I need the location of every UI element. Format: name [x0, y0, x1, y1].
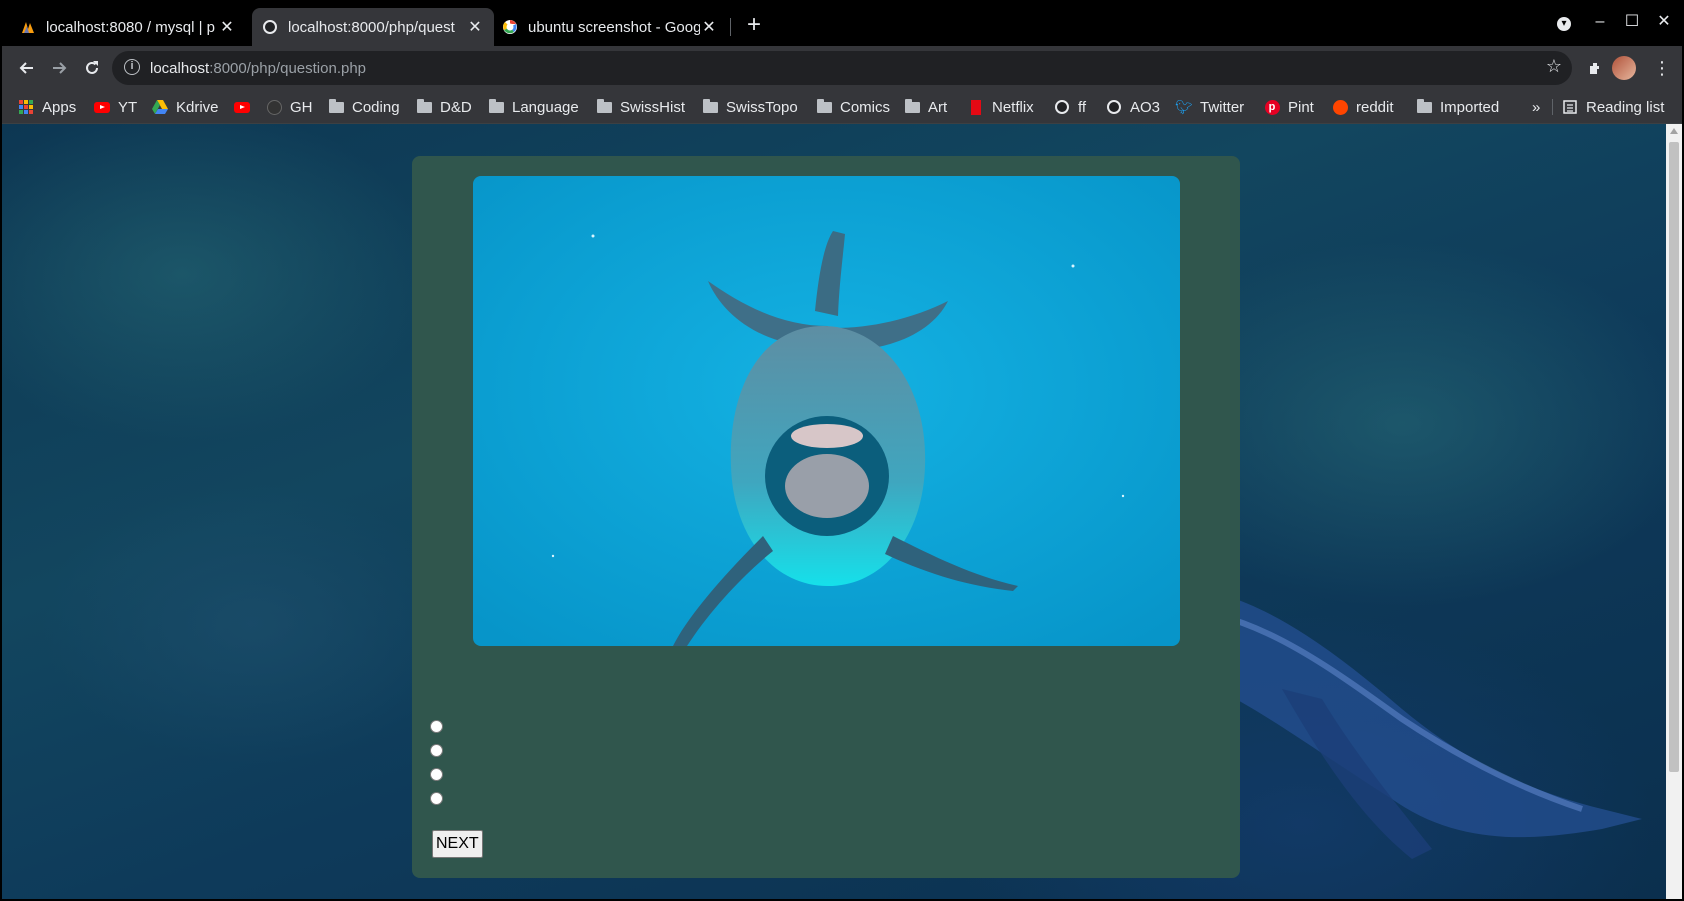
close-tab-icon[interactable]: ✕	[700, 17, 718, 37]
browser-toolbar: i localhost:8000/php/question.php ☆ ⋮	[2, 46, 1682, 90]
folder-icon	[488, 98, 504, 115]
bookmark-twitter[interactable]: 🐦︎ Twitter	[1175, 90, 1244, 124]
quiz-card: NEXT	[412, 156, 1240, 878]
answer-radio-4[interactable]	[430, 791, 443, 805]
bookmark-star-icon[interactable]: ☆	[1546, 56, 1562, 77]
tab-question-page[interactable]: localhost:8000/php/quest ✕	[252, 8, 494, 46]
google-icon	[502, 19, 518, 35]
tab-strip: localhost:8080 / mysql | p ✕ localhost:8…	[2, 0, 1682, 46]
forward-button[interactable]	[46, 54, 74, 82]
next-button[interactable]: NEXT	[432, 830, 483, 858]
tab-title: localhost:8000/php/quest	[288, 18, 455, 36]
globe-icon	[1054, 99, 1070, 115]
folder-icon	[596, 98, 612, 115]
close-tab-icon[interactable]: ✕	[466, 17, 484, 37]
dolphin-photo	[473, 176, 1180, 646]
tab-title: localhost:8080 / mysql | p	[46, 18, 215, 36]
github-icon	[266, 99, 282, 115]
youtube-icon	[234, 99, 250, 115]
back-button[interactable]	[12, 54, 40, 82]
answer-radio-3[interactable]	[430, 767, 443, 781]
profile-menu-icon[interactable]: ▾	[1550, 8, 1578, 36]
folder-icon	[1416, 98, 1432, 115]
bookmark-folder-language[interactable]: Language	[488, 90, 579, 124]
twitter-icon: 🐦︎	[1175, 98, 1193, 115]
bookmarks-separator	[1552, 99, 1553, 115]
answer-options	[430, 714, 449, 810]
folder-icon	[904, 98, 920, 115]
answer-option	[430, 714, 449, 738]
bookmark-kdrive[interactable]: Kdrive	[152, 90, 219, 124]
scroll-up-icon[interactable]	[1670, 128, 1678, 134]
reddit-icon	[1332, 99, 1348, 115]
folder-icon	[816, 98, 832, 115]
answer-radio-1[interactable]	[430, 719, 443, 733]
bookmarks-bar: Apps YT Kdrive GH Coding D&D Language Sw…	[2, 90, 1682, 124]
reading-list-icon	[1562, 99, 1578, 115]
bookmark-folder-dnd[interactable]: D&D	[416, 90, 472, 124]
phpmyadmin-icon	[20, 19, 36, 35]
folder-icon	[416, 98, 432, 115]
bookmark-pinterest[interactable]: p Pint	[1264, 90, 1314, 124]
netflix-icon	[968, 99, 984, 115]
bookmark-yt[interactable]: YT	[94, 90, 137, 124]
drive-icon	[152, 99, 168, 115]
folder-icon	[328, 98, 344, 115]
profile-avatar[interactable]	[1612, 56, 1636, 80]
answer-option	[430, 786, 449, 810]
page-scrollbar[interactable]	[1666, 124, 1682, 899]
more-menu-icon[interactable]: ⋮	[1648, 54, 1676, 82]
address-bar[interactable]: i localhost:8000/php/question.php ☆	[112, 51, 1572, 85]
answer-radio-2[interactable]	[430, 743, 443, 757]
bookmark-folder-comics[interactable]: Comics	[816, 90, 890, 124]
tab-phpmyadmin[interactable]: localhost:8080 / mysql | p ✕	[10, 8, 246, 46]
bookmark-ff[interactable]: ff	[1054, 90, 1086, 124]
bookmark-ao3[interactable]: AO3	[1106, 90, 1160, 124]
answer-option	[430, 762, 449, 786]
reload-icon	[86, 61, 98, 74]
bookmark-gh[interactable]: GH	[266, 90, 313, 124]
arrow-right-icon	[53, 62, 67, 74]
answer-option	[430, 738, 449, 762]
bookmark-apps[interactable]: Apps	[18, 90, 76, 124]
close-tab-icon[interactable]: ✕	[218, 17, 236, 37]
arrow-left-icon	[19, 62, 33, 74]
browser-window: localhost:8080 / mysql | p ✕ localhost:8…	[2, 0, 1682, 899]
bookmark-folder-swisstopo[interactable]: SwissTopo	[702, 90, 798, 124]
bookmark-folder-art[interactable]: Art	[904, 90, 947, 124]
globe-icon	[262, 19, 278, 35]
folder-icon	[702, 98, 718, 115]
page-viewport: NEXT	[2, 124, 1666, 899]
bookmarks-overflow-button[interactable]: »	[1532, 90, 1540, 124]
bookmark-folder-swisshist[interactable]: SwissHist	[596, 90, 685, 124]
maximize-button[interactable]: ☐	[1618, 8, 1646, 36]
scrollbar-thumb[interactable]	[1669, 142, 1679, 772]
bookmark-netflix[interactable]: Netflix	[968, 90, 1034, 124]
tab-google-search[interactable]: ubuntu screenshot - Goog ✕	[492, 8, 728, 46]
extensions-icon[interactable]	[1582, 54, 1610, 82]
apps-icon	[18, 99, 34, 115]
pinterest-icon: p	[1264, 99, 1280, 115]
url-text: localhost:8000/php/question.php	[150, 60, 367, 77]
reload-button[interactable]	[78, 54, 106, 82]
new-tab-button[interactable]: +	[740, 12, 768, 40]
reading-list-button[interactable]: Reading list	[1562, 90, 1664, 124]
tab-title: ubuntu screenshot - Goog	[528, 18, 700, 36]
site-info-icon[interactable]: i	[124, 59, 140, 75]
close-window-button[interactable]: ✕	[1650, 8, 1678, 36]
bookmark-folder-imported[interactable]: Imported	[1416, 90, 1499, 124]
minimize-button[interactable]: –	[1586, 8, 1614, 36]
bookmark-folder-coding[interactable]: Coding	[328, 90, 400, 124]
bookmark-reddit[interactable]: reddit	[1332, 90, 1394, 124]
youtube-icon	[94, 99, 110, 115]
bookmark-youtube[interactable]	[234, 90, 258, 124]
tab-separator	[730, 18, 731, 36]
globe-icon	[1106, 99, 1122, 115]
